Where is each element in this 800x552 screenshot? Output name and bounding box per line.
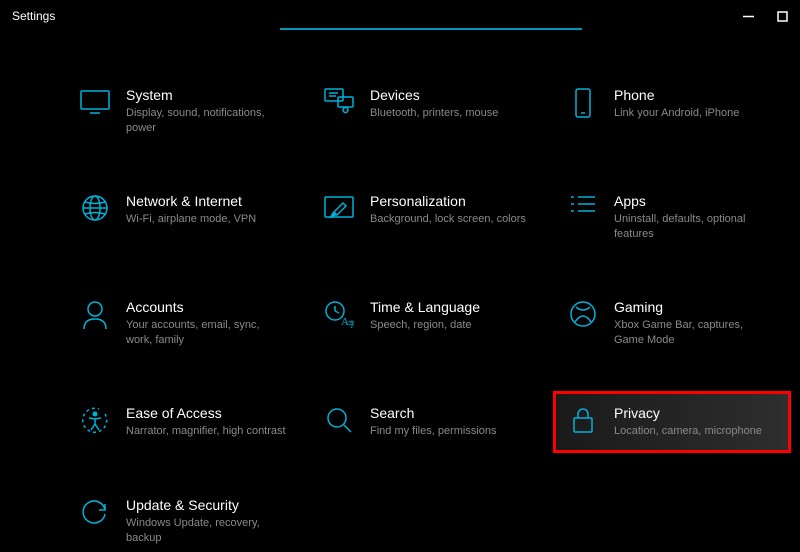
category-phone[interactable]: Phone Link your Android, iPhone (560, 80, 788, 142)
category-desc: Background, lock screen, colors (370, 212, 530, 227)
category-search[interactable]: Search Find my files, permissions (316, 398, 544, 446)
category-desc: Speech, region, date (370, 318, 530, 333)
system-icon (78, 88, 112, 122)
category-update-security[interactable]: Update & Security Windows Update, recove… (72, 490, 300, 552)
category-title: Personalization (370, 192, 536, 210)
category-desc: Your accounts, email, sync, work, family (126, 318, 286, 348)
category-desc: Narrator, magnifier, high contrast (126, 424, 286, 439)
category-title: System (126, 86, 292, 104)
category-network[interactable]: Network & Internet Wi-Fi, airplane mode,… (72, 186, 300, 248)
phone-icon (566, 88, 600, 122)
category-title: Accounts (126, 298, 292, 316)
category-desc: Find my files, permissions (370, 424, 530, 439)
category-title: Ease of Access (126, 404, 292, 422)
category-gaming[interactable]: Gaming Xbox Game Bar, captures, Game Mod… (560, 292, 788, 354)
category-title: Privacy (614, 404, 780, 422)
category-title: Search (370, 404, 536, 422)
category-desc: Location, camera, microphone (614, 424, 774, 439)
person-icon (78, 300, 112, 334)
category-title: Gaming (614, 298, 780, 316)
xbox-icon (566, 300, 600, 334)
minimize-button[interactable] (742, 10, 754, 22)
category-desc: Uninstall, defaults, optional features (614, 212, 774, 242)
category-desc: Windows Update, recovery, backup (126, 516, 286, 546)
category-title: Apps (614, 192, 780, 210)
ease-of-access-icon (78, 406, 112, 440)
category-privacy[interactable]: Privacy Location, camera, microphone (553, 391, 791, 453)
category-system[interactable]: System Display, sound, notifications, po… (72, 80, 300, 142)
maximize-button[interactable] (776, 10, 788, 22)
window-controls (742, 10, 788, 22)
svg-text:字: 字 (348, 319, 354, 328)
category-desc: Bluetooth, printers, mouse (370, 106, 530, 121)
category-desc: Wi-Fi, airplane mode, VPN (126, 212, 286, 227)
search-underline[interactable] (280, 26, 582, 30)
category-time-language[interactable]: A字 Time & Language Speech, region, date (316, 292, 544, 354)
lock-icon (566, 406, 600, 440)
category-accounts[interactable]: Accounts Your accounts, email, sync, wor… (72, 292, 300, 354)
window-title: Settings (12, 9, 55, 23)
category-title: Time & Language (370, 298, 536, 316)
category-devices[interactable]: Devices Bluetooth, printers, mouse (316, 80, 544, 142)
settings-grid: System Display, sound, notifications, po… (72, 80, 780, 552)
category-title: Update & Security (126, 496, 292, 514)
time-language-icon: A字 (322, 300, 356, 334)
paintbrush-icon (322, 194, 356, 228)
category-ease-of-access[interactable]: Ease of Access Narrator, magnifier, high… (72, 398, 300, 446)
category-title: Network & Internet (126, 192, 292, 210)
list-icon (566, 194, 600, 228)
category-desc: Xbox Game Bar, captures, Game Mode (614, 318, 774, 348)
globe-icon (78, 194, 112, 228)
category-desc: Display, sound, notifications, power (126, 106, 286, 136)
category-title: Devices (370, 86, 536, 104)
category-apps[interactable]: Apps Uninstall, defaults, optional featu… (560, 186, 788, 248)
search-icon (322, 406, 356, 440)
category-title: Phone (614, 86, 780, 104)
category-personalization[interactable]: Personalization Background, lock screen,… (316, 186, 544, 248)
category-desc: Link your Android, iPhone (614, 106, 774, 121)
devices-icon (322, 88, 356, 122)
update-icon (78, 498, 112, 532)
